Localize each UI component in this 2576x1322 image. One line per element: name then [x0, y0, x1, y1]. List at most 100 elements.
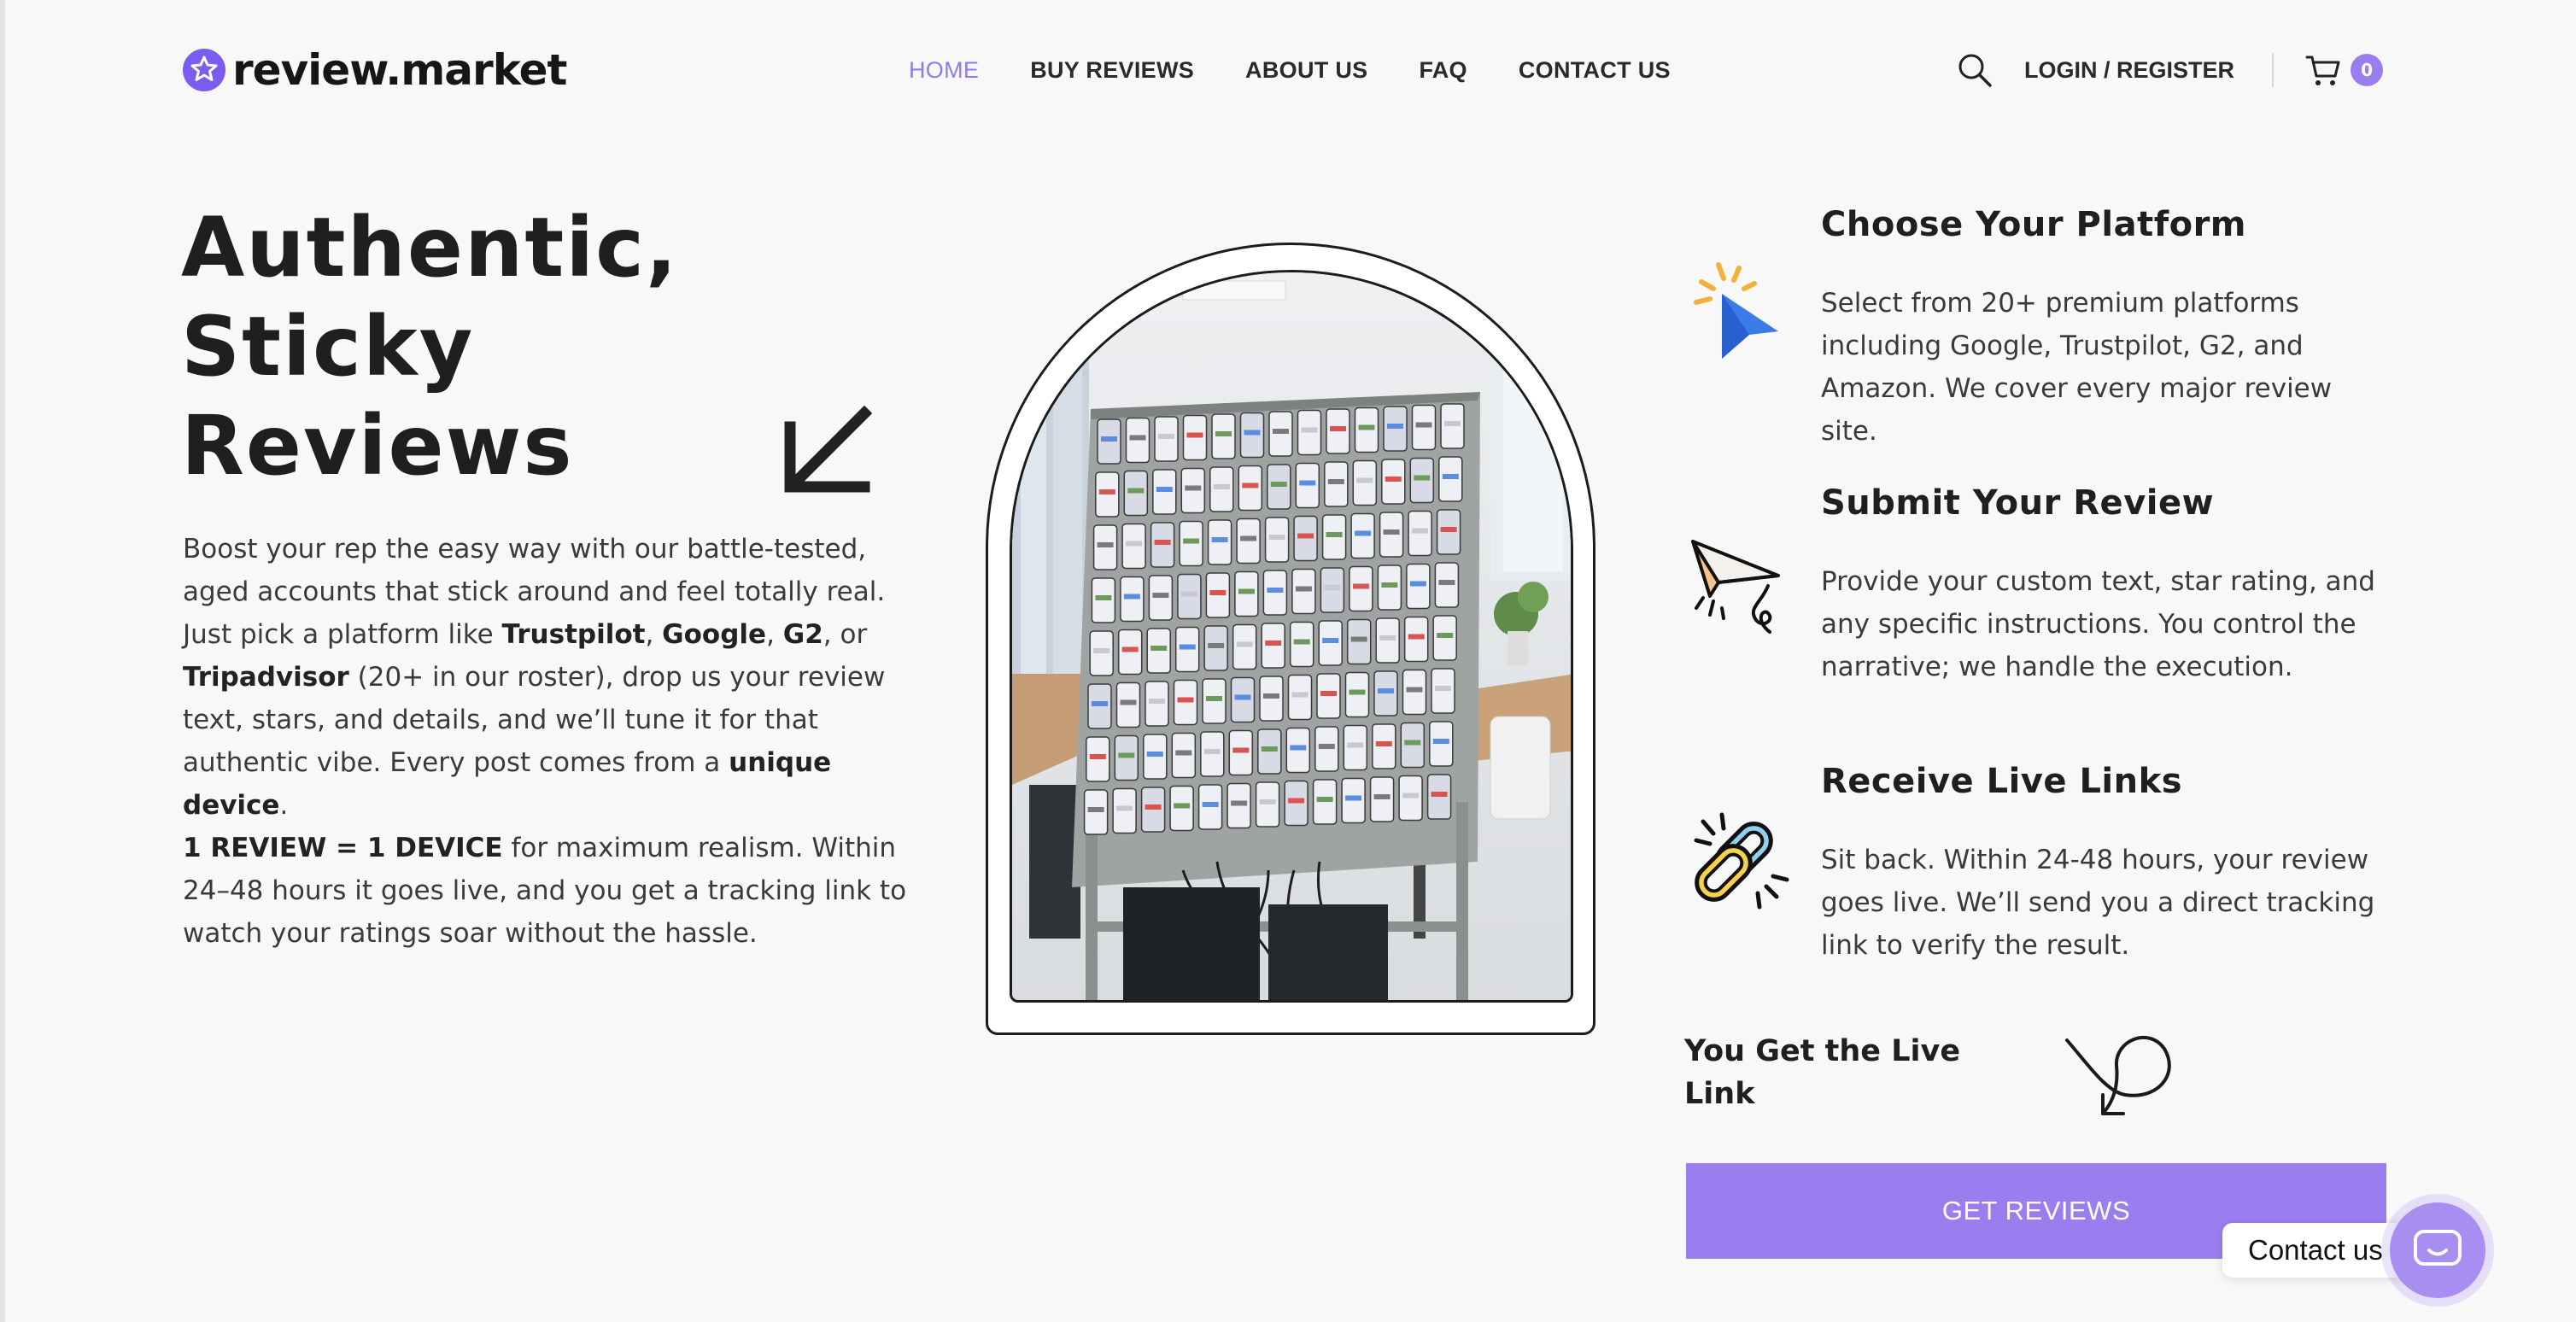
- phone-screen-detail: [1409, 581, 1426, 587]
- device-farm-photo: [1010, 270, 1573, 1003]
- phone-screen-detail: [1240, 535, 1257, 541]
- phone-screen-detail: [1320, 691, 1337, 696]
- phone-screen-detail: [1326, 532, 1343, 537]
- phone-screen-detail: [1349, 689, 1366, 695]
- phone-screen-detail: [1318, 744, 1335, 749]
- phone-screen-detail: [1158, 434, 1174, 439]
- phone-screen-detail: [1177, 697, 1194, 703]
- phone-screen-detail: [1092, 701, 1108, 706]
- phone-screen-detail: [1242, 483, 1259, 488]
- phone-screen-detail: [1378, 688, 1394, 693]
- phone-screen-detail: [1273, 429, 1289, 434]
- phone-screen-detail: [1379, 635, 1396, 641]
- phone-screen-detail: [1261, 746, 1278, 752]
- phone-screen-detail: [1291, 692, 1308, 698]
- paper-plane-icon: [1691, 540, 1780, 634]
- step-title: Receive Live Links: [1821, 762, 2183, 801]
- phone-screen-detail: [1156, 487, 1173, 492]
- contact-us-label[interactable]: Contact us: [2222, 1223, 2409, 1278]
- phone-screen-detail: [1175, 750, 1192, 756]
- phone-screen-detail: [1352, 583, 1369, 589]
- nav-buy-reviews[interactable]: BUY REVIEWS: [1030, 57, 1194, 84]
- cart-count-badge[interactable]: 0: [2351, 54, 2384, 86]
- arrow-down-left-icon: [784, 405, 873, 493]
- login-register-link[interactable]: LOGIN / REGISTER: [2024, 57, 2234, 84]
- phone-screen-detail: [1297, 533, 1314, 539]
- phone-screen-detail: [1265, 641, 1282, 646]
- phone-screen-detail: [1116, 805, 1133, 811]
- phone-screen-detail: [1129, 435, 1146, 441]
- phone-screen-detail: [1232, 747, 1250, 753]
- phone-screen-detail: [1442, 474, 1459, 479]
- phone-screen-detail: [1149, 699, 1165, 704]
- live-link-heading: You Get the Live Link: [1684, 1034, 1961, 1111]
- hero-title-line: Reviews: [181, 398, 574, 494]
- phone-screen-detail: [1121, 646, 1139, 652]
- phone-screen-detail: [1208, 643, 1225, 648]
- nav-faq[interactable]: FAQ: [1419, 57, 1467, 84]
- main-nav: HOME BUY REVIEWS ABOUT US FAQ CONTACT US: [909, 53, 1722, 87]
- phone-screen-detail: [1244, 430, 1261, 436]
- phone-screen-detail: [1356, 477, 1373, 483]
- phone-screen-detail: [1414, 475, 1431, 481]
- hero-title-line: Sticky: [181, 299, 475, 395]
- phone-screen-detail: [1358, 424, 1375, 430]
- phone-screen-detail: [1145, 804, 1162, 810]
- phone-screen-detail: [1267, 588, 1284, 593]
- phone-screen-detail: [1150, 646, 1168, 651]
- chat-icon: [2414, 1230, 2462, 1266]
- phone-screen-detail: [1355, 530, 1372, 536]
- phone-screen-detail: [1345, 795, 1362, 801]
- phone-screen-detail: [1101, 436, 1117, 442]
- nav-home[interactable]: HOME: [909, 57, 979, 84]
- phone-screen-detail: [1316, 797, 1333, 802]
- phone-screen-detail: [1330, 426, 1346, 431]
- step-text: Sit back. Within 24-48 hours, your revie…: [1821, 845, 2375, 961]
- nav-about-us[interactable]: ABOUT US: [1245, 57, 1367, 84]
- phone-screen-detail: [1185, 485, 1202, 491]
- header-divider: [2272, 53, 2274, 87]
- phone-screen-detail: [1213, 484, 1230, 489]
- phone-screen-detail: [1234, 694, 1251, 700]
- site-logo[interactable]: review.market: [183, 43, 567, 97]
- phone-screen-detail: [1215, 431, 1232, 436]
- cart-icon[interactable]: [2304, 51, 2342, 89]
- phone-screen-detail: [1098, 489, 1115, 494]
- phone-screen-detail: [1350, 636, 1367, 642]
- phone-screen-detail: [1324, 585, 1341, 590]
- search-icon[interactable]: [1956, 51, 1993, 89]
- step-receive-links: Receive Live Links Sit back. Within 24-4…: [1684, 762, 2419, 967]
- phone-screen-detail: [1402, 793, 1420, 798]
- phone-screen-detail: [1093, 648, 1110, 653]
- phone-screen-detail: [1097, 542, 1114, 547]
- phone-screen-detail: [1375, 741, 1392, 746]
- nav-contact-us[interactable]: CONTACT US: [1519, 57, 1671, 84]
- phone-screen-detail: [1123, 594, 1140, 600]
- logo-star-icon: [183, 49, 225, 91]
- phone-screen-detail: [1095, 595, 1112, 600]
- phone-screen-detail: [1263, 693, 1279, 699]
- phone-screen-detail: [1295, 586, 1312, 592]
- phone-screen-detail: [1299, 480, 1316, 486]
- phone-screen-detail: [1118, 752, 1135, 758]
- phone-screen-detail: [1387, 424, 1403, 429]
- phone-screen-detail: [1089, 754, 1106, 759]
- phone-screen-detail: [1268, 535, 1285, 540]
- hero-title-line: Authentic,: [181, 200, 679, 295]
- phone-screen-detail: [1412, 528, 1429, 534]
- cursor-click-icon: [1694, 262, 1778, 359]
- phone-screen-detail: [1440, 527, 1457, 532]
- phone-screen-detail: [1435, 686, 1451, 691]
- phone-screen-detail: [1431, 792, 1448, 797]
- phone-screen-detail: [1183, 538, 1200, 544]
- phone-screen-detail: [1186, 432, 1203, 438]
- phone-screen-detail: [1415, 422, 1432, 428]
- phone-screen-detail: [1438, 580, 1455, 585]
- phone-screen-detail: [1408, 634, 1425, 640]
- phone-screen-detail: [1290, 745, 1307, 751]
- phone-screen-detail: [1406, 687, 1423, 693]
- phone-screen-detail: [1404, 740, 1421, 746]
- step-choose-platform: Choose Your Platform Select from 20+ pre…: [1684, 205, 2419, 447]
- step-submit-review: Submit Your Review Provide your custom t…: [1684, 483, 2419, 688]
- chat-bubble-button[interactable]: [2390, 1202, 2485, 1298]
